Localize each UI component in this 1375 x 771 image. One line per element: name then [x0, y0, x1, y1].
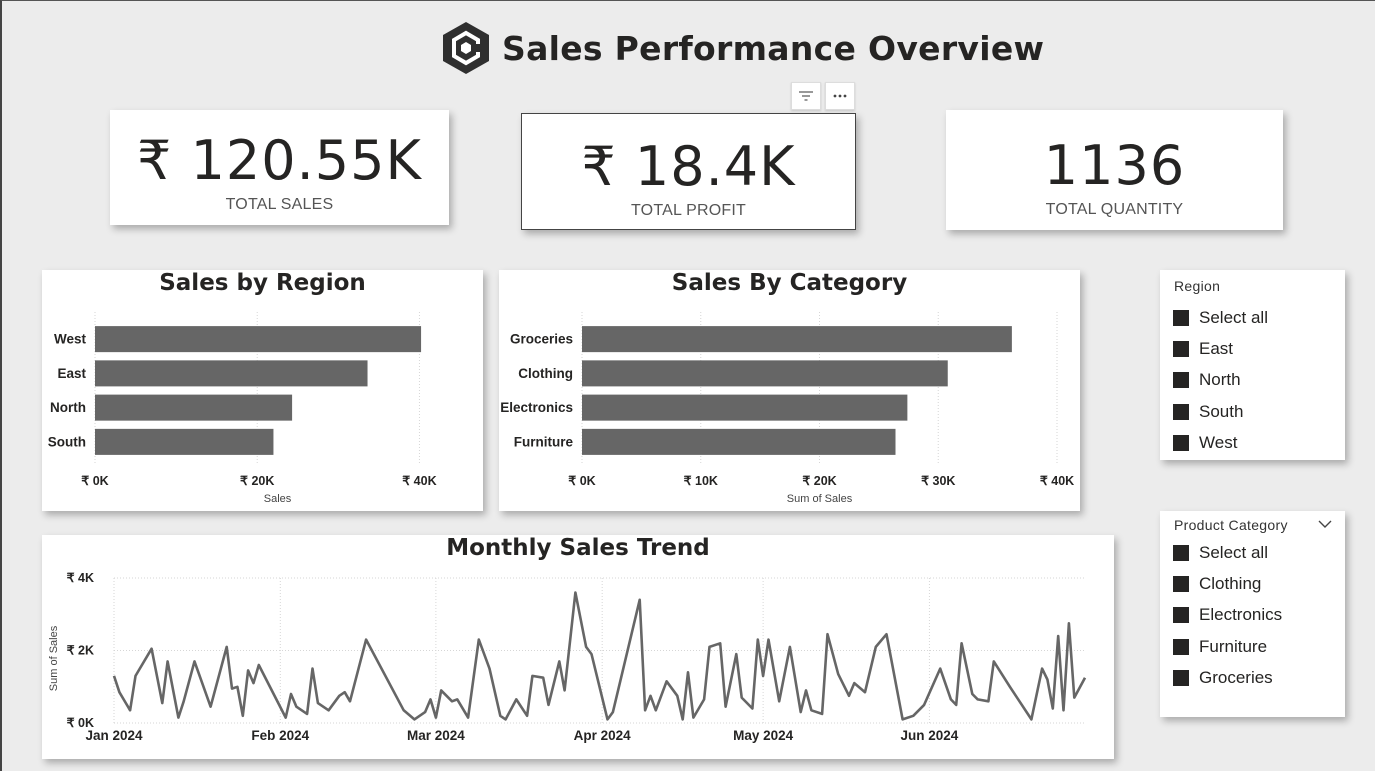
bar — [95, 428, 274, 455]
chart-title: Monthly Sales Trend — [446, 535, 710, 561]
checkbox[interactable] — [1173, 669, 1189, 686]
checkbox[interactable] — [1173, 340, 1189, 357]
kpi-value: 1136 — [1043, 134, 1186, 197]
x-tick-label: Mar 2024 — [407, 728, 465, 743]
x-tick-label: Apr 2024 — [574, 728, 632, 743]
category-item-clothing[interactable]: Clothing — [1173, 568, 1282, 599]
slicer-product-category: Product Category Select all Clothing Elect… — [1160, 511, 1345, 717]
category-item-select-all[interactable]: Select all — [1173, 537, 1282, 568]
x-tick-label: Jun 2024 — [901, 728, 959, 743]
slicer-list: Select all Clothing Electronics Furniture Gr… — [1173, 537, 1282, 693]
chart-title: Sales by Region — [159, 270, 366, 296]
kpi-card-total-sales[interactable]: ₹ 120.55K TOTAL SALES — [110, 110, 449, 225]
region-item-select-all[interactable]: Select all — [1173, 302, 1268, 333]
slicer-title: Product Category — [1174, 517, 1288, 533]
x-tick-label: ₹ 30K — [921, 474, 955, 488]
y-category-label: Electronics — [500, 400, 573, 415]
more-options-button[interactable] — [825, 82, 855, 110]
chart-sales-by-region[interactable]: Sales by Region ₹ 0K ₹ 20K ₹ 40K West East No… — [42, 270, 483, 511]
kpi-value: ₹ 18.4K — [581, 135, 796, 198]
bar — [582, 394, 908, 421]
kpi-label: TOTAL QUANTITY — [1045, 201, 1184, 218]
bar — [582, 428, 896, 455]
y-axis-label: Sum of Sales — [48, 625, 60, 691]
page-title: Sales Performance Overview — [502, 28, 1045, 68]
slicer-item-label: Furniture — [1199, 636, 1268, 656]
chevron-down-icon[interactable] — [1318, 520, 1332, 529]
x-axis-label: Sum of Sales — [787, 493, 853, 505]
checkbox[interactable] — [1173, 309, 1189, 326]
slicer-item-label: Electronics — [1199, 605, 1283, 625]
checkbox[interactable] — [1173, 372, 1189, 389]
page-header: Sales Performance Overview — [440, 18, 1044, 78]
bar — [95, 360, 368, 387]
x-tick-label: ₹ 0K — [81, 474, 108, 488]
x-tick-label: ₹ 20K — [802, 474, 836, 488]
bar — [582, 360, 948, 387]
category-item-groceries[interactable]: Groceries — [1173, 662, 1282, 693]
kpi-value: ₹ 120.55K — [137, 129, 422, 192]
category-item-furniture[interactable]: Furniture — [1173, 631, 1282, 662]
x-tick-label: Feb 2024 — [251, 728, 309, 743]
checkbox[interactable] — [1173, 434, 1189, 451]
y-tick-label: ₹ 2K — [67, 644, 94, 658]
checkbox[interactable] — [1173, 403, 1189, 420]
x-tick-label: May 2024 — [733, 728, 794, 743]
kpi-label: TOTAL PROFIT — [630, 202, 746, 219]
checkbox[interactable] — [1173, 575, 1189, 592]
kpi-label: TOTAL SALES — [225, 196, 334, 213]
checkbox[interactable] — [1173, 638, 1189, 655]
series-line — [112, 591, 1087, 721]
slicer-list: Select all East North South West — [1173, 302, 1268, 458]
bar — [582, 326, 1012, 353]
slicer-item-label: South — [1199, 401, 1244, 421]
y-category-label: East — [57, 366, 86, 381]
x-tick-label: ₹ 20K — [240, 474, 274, 488]
slicer-title: Region — [1174, 278, 1221, 294]
checkbox[interactable] — [1173, 607, 1189, 624]
kpi-card-total-profit[interactable]: ₹ 18.4K TOTAL PROFIT — [521, 113, 856, 230]
visual-header-toolbar — [791, 82, 855, 110]
y-category-label: Groceries — [510, 332, 573, 347]
slicer-item-label: West — [1199, 432, 1238, 452]
line-chart-trend: ₹ 0K₹ 2K₹ 4KJan 2024 Feb 2024 Mar 2024 Apr … — [48, 571, 1087, 743]
chart-sales-by-category[interactable]: Sales By Category ₹ 0K ₹ 10K ₹ 20K ₹ 30K ₹ 4… — [499, 270, 1080, 511]
bar — [95, 326, 422, 353]
filter-icon — [799, 91, 813, 101]
y-category-label: North — [50, 400, 86, 415]
bar-chart-category: ₹ 0K ₹ 10K ₹ 20K ₹ 30K ₹ 40K Groceries Clothin… — [500, 312, 1074, 505]
slicer-item-label: Select all — [1199, 307, 1268, 327]
hexagon-logo-icon — [443, 22, 489, 74]
checkbox[interactable] — [1173, 544, 1189, 561]
chart-title: Sales By Category — [671, 270, 908, 296]
more-options-icon — [833, 94, 847, 98]
x-tick-label: ₹ 10K — [684, 474, 718, 488]
y-category-label: Clothing — [518, 366, 573, 381]
region-item-east[interactable]: East — [1173, 333, 1268, 364]
slicer-item-label: Groceries — [1199, 667, 1273, 687]
region-item-north[interactable]: North — [1173, 365, 1268, 396]
kpi-card-total-quantity[interactable]: 1136 TOTAL QUANTITY — [946, 110, 1283, 230]
bar — [95, 394, 293, 421]
chart-monthly-sales-trend[interactable]: Monthly Sales Trend ₹ 0K ₹ 2K ₹ 4K Jan 2024… — [42, 535, 1114, 759]
x-tick-label: ₹ 40K — [1040, 474, 1074, 488]
y-category-label: West — [54, 332, 87, 347]
y-category-label: Furniture — [514, 434, 574, 449]
x-tick-label: ₹ 40K — [402, 474, 436, 488]
slicer-item-label: East — [1199, 338, 1234, 358]
y-category-label: South — [48, 434, 86, 449]
region-item-south[interactable]: South — [1173, 396, 1268, 427]
bar-chart-region: ₹ 0K ₹ 20K ₹ 40K West East North South Sales — [48, 312, 437, 505]
slicer-item-label: Clothing — [1199, 573, 1262, 593]
x-tick-label: Jan 2024 — [85, 728, 143, 743]
filter-button[interactable] — [791, 82, 821, 110]
slicer-item-label: North — [1199, 370, 1241, 390]
y-tick-label: ₹ 4K — [67, 571, 94, 585]
region-item-west[interactable]: West — [1173, 427, 1268, 458]
slicer-item-label: Select all — [1199, 542, 1268, 562]
slicer-region: Region Select all East North South West — [1160, 270, 1345, 460]
category-item-electronics[interactable]: Electronics — [1173, 600, 1282, 631]
x-tick-label: ₹ 0K — [568, 474, 595, 488]
x-axis-label: Sales — [264, 493, 292, 505]
